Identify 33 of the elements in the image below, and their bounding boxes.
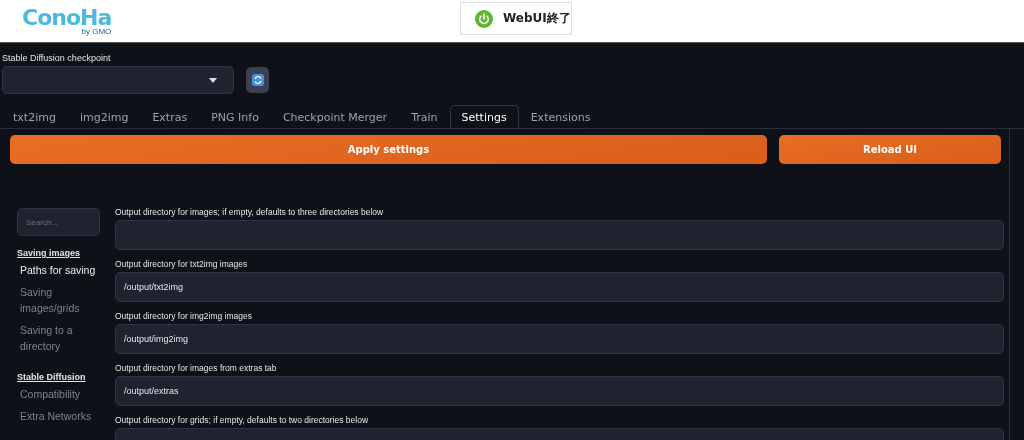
tab[interactable]: Extras — [140, 105, 200, 128]
section-heading[interactable]: Stable Diffusion — [17, 372, 115, 382]
tab[interactable]: Settings — [449, 105, 519, 128]
checkpoint-dropdown[interactable] — [2, 66, 234, 94]
text-field[interactable]: /output/img2img — [115, 324, 1004, 354]
logo: ConoHa by GMO — [22, 6, 112, 36]
refresh-button[interactable] — [246, 67, 269, 93]
sidebar-item[interactable]: Extra Networks — [20, 408, 100, 424]
checkpoint-label: Stable Diffusion checkpoint — [2, 53, 112, 63]
text-field[interactable]: /output/extras — [115, 376, 1004, 406]
sidebar-item[interactable]: Compatibility — [20, 386, 100, 402]
sidebar-item[interactable]: Saving images/grids — [20, 284, 100, 316]
search-field[interactable]: Search... — [17, 208, 100, 236]
power-icon — [475, 9, 493, 28]
text-field[interactable]: /output/txt2img — [115, 272, 1004, 302]
caret-icon — [209, 77, 217, 83]
tab[interactable]: img2img — [67, 105, 141, 128]
field-label: Output directory for images; if empty, defaults to three directories below — [115, 207, 385, 217]
field-label: Output directory for img2img images — [115, 311, 253, 321]
tab[interactable]: Extensions — [518, 105, 603, 128]
section-heading[interactable]: Saving images — [17, 248, 115, 258]
tab[interactable]: txt2img — [1, 105, 68, 128]
tab[interactable]: Train — [399, 105, 450, 128]
shutdown-button[interactable]: WebUI終了 — [460, 2, 572, 35]
text-field[interactable] — [115, 220, 1004, 250]
tab[interactable]: Checkpoint Merger — [270, 105, 400, 128]
sidebar-item[interactable]: Saving to a directory — [20, 322, 100, 354]
field-label: Output directory for grids; if empty, defaults to two directories below — [115, 415, 370, 425]
tab[interactable]: PNG Info — [199, 105, 271, 128]
refresh-icon — [251, 74, 264, 86]
sidebar-item[interactable]: Paths for saving — [20, 262, 100, 278]
field-label: Output directory for images from extras tab — [115, 363, 278, 373]
field-label: Output directory for txt2img images — [115, 259, 249, 269]
